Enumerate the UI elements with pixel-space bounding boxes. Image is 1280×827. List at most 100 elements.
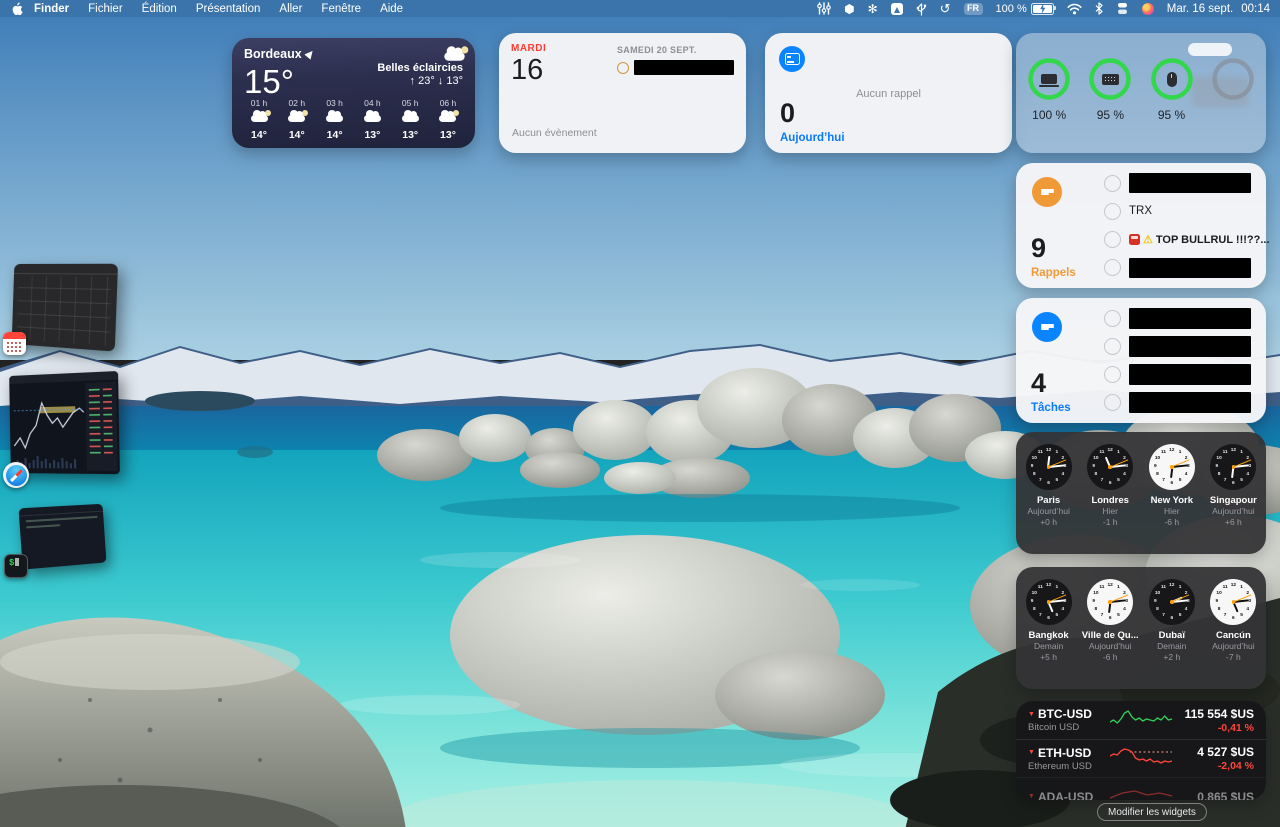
clock-offset-label: -6 h bbox=[1102, 651, 1118, 662]
bluetooth-icon[interactable] bbox=[1095, 2, 1103, 15]
minimized-trading-window[interactable] bbox=[9, 370, 120, 475]
clock-number: 8 bbox=[1094, 472, 1098, 478]
mountain-glyph bbox=[893, 6, 900, 13]
list-item[interactable] bbox=[1104, 171, 1256, 195]
clock-number: 11 bbox=[1037, 449, 1043, 455]
clock-number: 6 bbox=[1170, 480, 1174, 486]
openai-icon[interactable]: ✻ bbox=[868, 3, 878, 15]
browser-app-icon[interactable] bbox=[1141, 2, 1154, 15]
checkbox-circle[interactable] bbox=[1104, 202, 1121, 220]
stock-price-block: 4 527 $US -2,04 % bbox=[1197, 745, 1254, 772]
world-clock-singapour: 1 2 3 4 5 6 7 8 9 10 11 12 Singapour Aujourd’hui +6 h bbox=[1204, 444, 1262, 527]
stock-name: Ethereum USD bbox=[1028, 760, 1092, 772]
cloud-moon-icon bbox=[439, 110, 460, 122]
list-item[interactable] bbox=[1104, 256, 1256, 280]
battery-devices-widget[interactable]: 100 % 95 % 95 % bbox=[1016, 33, 1266, 153]
list-item[interactable] bbox=[1104, 334, 1256, 358]
edit-widgets-button[interactable]: Modifier les widgets bbox=[1097, 803, 1207, 821]
checkbox-circle[interactable] bbox=[1104, 366, 1121, 384]
clock-number: 9 bbox=[1030, 464, 1034, 469]
stocks-widget[interactable]: ▼ BTC-USD Bitcoin USD 115 554 $US -0,41 % ▼ ET… bbox=[1016, 701, 1266, 800]
stock-row-eth-usd[interactable]: ▼ ETH-USD Ethereum USD 4 527 $US -2,04 % bbox=[1016, 739, 1266, 777]
list-item[interactable]: TRX bbox=[1104, 199, 1256, 223]
usb-icon[interactable] bbox=[916, 2, 927, 16]
time-machine-icon[interactable]: ↺ bbox=[940, 2, 951, 15]
menu-aide[interactable]: Aide bbox=[380, 3, 403, 15]
list-item[interactable]: ⚠ TOP BULLRUL !!!??... bbox=[1104, 228, 1270, 252]
cloud-icon bbox=[363, 110, 381, 122]
menu-edition[interactable]: Édition bbox=[142, 3, 177, 15]
battery-percent: 95 % bbox=[1157, 108, 1186, 122]
mixer-icon[interactable] bbox=[817, 2, 831, 15]
safari-app-icon[interactable] bbox=[3, 462, 29, 488]
reminders-today-widget[interactable]: Aucun rappel 0 Aujourd’hui bbox=[765, 33, 1012, 153]
stock-price: 4 527 $US bbox=[1197, 745, 1254, 759]
menu-bar-date: Mar. 16 sept. bbox=[1166, 2, 1234, 15]
stacks-app-icon[interactable] bbox=[1116, 2, 1129, 15]
stock-symbol-block: ▼ ETH-USD Ethereum USD bbox=[1028, 746, 1110, 772]
calendar-app-icon[interactable] bbox=[3, 332, 26, 355]
clock-number: 7 bbox=[1223, 478, 1227, 484]
minimized-terminal-window[interactable] bbox=[18, 503, 107, 570]
clock-number: 7 bbox=[1162, 613, 1165, 619]
rappels-rows: TRX ⚠ TOP BULLRUL !!!??... bbox=[1104, 171, 1270, 280]
battery-status[interactable]: 100 % bbox=[996, 2, 1056, 15]
stock-symbol: ▼ ADA-USD bbox=[1028, 789, 1094, 801]
menu-finder[interactable]: Finder bbox=[34, 3, 69, 15]
world-clock-widget-1[interactable]: 1 2 3 4 5 6 7 8 9 10 11 12 Paris Aujourd’hui +0 h12345… bbox=[1016, 432, 1266, 554]
menu-fenetre[interactable]: Fenêtre bbox=[321, 3, 361, 15]
candlestick-chart-preview bbox=[11, 381, 118, 471]
checkbox-circle[interactable] bbox=[1104, 174, 1121, 192]
keyboard-layout-badge[interactable]: FR bbox=[963, 2, 983, 15]
list-item[interactable] bbox=[1104, 363, 1256, 387]
clock-number: 7 bbox=[1223, 613, 1227, 619]
list-item[interactable] bbox=[1104, 306, 1256, 330]
rappels-widget[interactable]: 9 Rappels TRX ⚠ TOP BULLRUL !!!??... bbox=[1016, 163, 1270, 288]
screenshot-app-icon[interactable] bbox=[890, 2, 903, 15]
hexagon-app-icon[interactable]: ⬢ bbox=[844, 3, 854, 15]
battery-percent: 95 % bbox=[1096, 108, 1125, 122]
menu-presentation[interactable]: Présentation bbox=[196, 3, 261, 15]
clock-number: 7 bbox=[1100, 613, 1104, 619]
wifi-icon[interactable] bbox=[1067, 3, 1082, 15]
checkbox-circle[interactable] bbox=[1104, 231, 1121, 249]
clock-number: 11 bbox=[1099, 584, 1105, 590]
clock-dial: 1 2 3 4 5 6 7 8 9 10 11 12 bbox=[1087, 579, 1134, 625]
apple-menu[interactable] bbox=[11, 2, 23, 16]
calendar-grid-preview bbox=[16, 276, 112, 346]
stock-row-ada-usd[interactable]: ▼ ADA-USD 0,865 $US bbox=[1016, 777, 1266, 800]
hour-temp: 13° bbox=[402, 129, 419, 141]
world-clock-widget-2[interactable]: 1 2 3 4 5 6 7 8 9 10 11 12 Bangkok Demain +5 h12345678… bbox=[1016, 567, 1266, 689]
minimized-calendar-window[interactable] bbox=[11, 263, 119, 352]
hour-label: 03 h bbox=[326, 98, 343, 108]
taches-label: Tâches bbox=[1031, 402, 1071, 414]
checkbox-circle[interactable] bbox=[1104, 259, 1121, 277]
stock-row-btc-usd[interactable]: ▼ BTC-USD Bitcoin USD 115 554 $US -0,41 % bbox=[1016, 701, 1266, 739]
clock-number: 5 bbox=[1117, 478, 1120, 484]
clock-number: 10 bbox=[1216, 590, 1222, 596]
calendar-widget[interactable]: MARDI 16 Aucun évènement SAMEDI 20 SEPT. bbox=[499, 33, 746, 153]
weather-widget[interactable]: Bordeaux 15° Belles éclaircies ↑ 23° ↓ 1… bbox=[232, 38, 475, 148]
hour-label: 02 h bbox=[288, 98, 306, 108]
device-battery-row: 100 % 95 % 95 % bbox=[1016, 57, 1266, 122]
menu-aller[interactable]: Aller bbox=[279, 3, 302, 15]
menu-fichier[interactable]: Fichier bbox=[88, 3, 123, 15]
clock-number: 10 bbox=[1216, 455, 1222, 461]
terminal-app-icon[interactable]: $ bbox=[4, 554, 28, 578]
stock-sparkline bbox=[1109, 745, 1174, 772]
clock-city-label: Bangkok bbox=[1028, 630, 1069, 641]
hour-temp: 13° bbox=[440, 129, 456, 141]
clock-number: 10 bbox=[1093, 590, 1099, 596]
clock-number: 7 bbox=[1162, 478, 1165, 484]
clock-number: 5 bbox=[1055, 613, 1059, 619]
menu-bar-clock[interactable]: Mar. 16 sept. 00:14 bbox=[1167, 3, 1270, 15]
checkbox-circle[interactable] bbox=[1104, 337, 1121, 355]
taches-widget[interactable]: 4 Tâches bbox=[1016, 298, 1266, 423]
clock-number: 9 bbox=[1215, 464, 1219, 469]
checkbox-circle[interactable] bbox=[1104, 309, 1121, 327]
list-item[interactable] bbox=[1104, 391, 1256, 415]
checkbox-circle[interactable] bbox=[1104, 394, 1121, 412]
world-clock-bangkok: 1 2 3 4 5 6 7 8 9 10 11 12 Bangkok Demain +5 h bbox=[1020, 579, 1078, 662]
hour-forecast: 04 h 13° bbox=[355, 98, 389, 141]
clock-day-label: Hier bbox=[1102, 506, 1118, 516]
